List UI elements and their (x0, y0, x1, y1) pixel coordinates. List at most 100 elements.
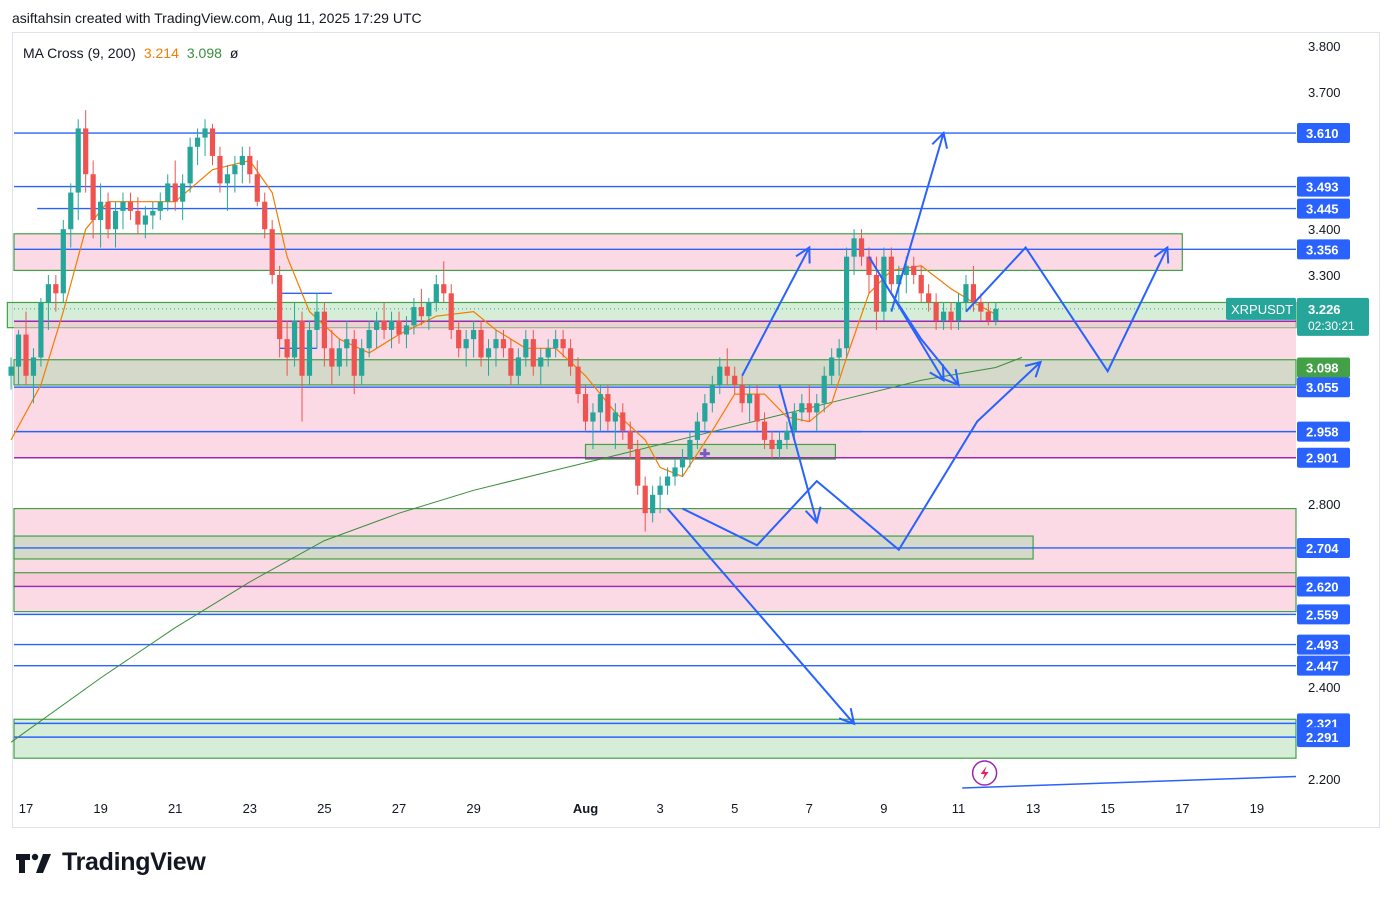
candle-body (582, 394, 589, 422)
candle (672, 458, 678, 486)
candle-body (239, 155, 245, 166)
price-badge-label: 2.901 (1306, 451, 1339, 466)
candle-body (194, 137, 201, 147)
candle-body (590, 412, 596, 422)
indicator-legend[interactable]: MA Cross (9, 200) 3.214 3.098 ø (23, 45, 238, 61)
candle (165, 174, 171, 211)
time-tick-label: 27 (392, 801, 406, 816)
candle-body (471, 329, 477, 340)
candle-body (478, 329, 484, 358)
trend-line (962, 775, 1297, 789)
price-badge-label: 3.055 (1306, 380, 1339, 395)
candle (8, 357, 14, 390)
candle-body (515, 357, 521, 376)
candle-body (344, 339, 350, 349)
candle-body (411, 307, 417, 326)
price-badge: 3.493 (1297, 176, 1350, 197)
candle-body (970, 284, 977, 303)
projection-arrows-layer (666, 131, 1297, 789)
candle (202, 119, 208, 156)
time-tick-label: 17 (1175, 801, 1189, 816)
candle-body (597, 394, 604, 413)
zone-pink (13, 233, 1183, 272)
candle-body (620, 412, 626, 431)
time-tick-label: 25 (317, 801, 331, 816)
time-tick-label: Aug (573, 801, 598, 816)
candle-body (844, 256, 850, 349)
time-tick-label: 23 (243, 801, 257, 816)
indicator-status-icon: ø (229, 45, 239, 61)
candle-body (433, 284, 439, 303)
candle-body (165, 183, 171, 202)
candle (844, 247, 850, 358)
candle (135, 197, 141, 234)
candle (194, 128, 201, 166)
candle-body (321, 311, 327, 349)
candle (83, 110, 89, 193)
candle-body (83, 128, 89, 175)
candle-body (217, 155, 223, 184)
candle-body (98, 201, 104, 221)
candle (262, 192, 268, 239)
candle-body (739, 384, 745, 404)
price-badge-label: 2.447 (1306, 659, 1339, 674)
candle-body (523, 339, 529, 358)
candle (150, 201, 156, 230)
tradingview-logo-icon (16, 853, 51, 873)
candle-body (605, 394, 611, 422)
candle-body (709, 384, 715, 404)
candle (127, 192, 134, 221)
price-badge: 3.055 (1297, 377, 1350, 398)
candle (38, 297, 44, 367)
ma-slow-value: 3.098 (186, 45, 222, 61)
candle-body (963, 284, 969, 303)
tradingview-logo[interactable]: TradingView (16, 848, 206, 877)
candle-body (955, 302, 962, 321)
candle-body (776, 439, 783, 450)
candle-body (463, 339, 469, 349)
time-tick-label: 11 (952, 801, 966, 816)
zone-pink (14, 321, 1296, 458)
candle (306, 320, 313, 385)
candle-body (858, 238, 865, 257)
candle-body (254, 174, 260, 202)
price-badge-label: 2.291 (1306, 730, 1339, 745)
price-tick-label: 2.400 (1308, 680, 1341, 695)
candle-body (38, 302, 44, 358)
candlestick-chart[interactable]: 3.800 3.700 3.400 3.300 2.800 2.400 2.200 3.610… (0, 0, 1392, 900)
price-badge-label: 3.493 (1306, 180, 1339, 195)
candle (239, 146, 245, 184)
price-tick-label: 3.400 (1308, 222, 1341, 237)
price-badge-label: 2.493 (1306, 638, 1339, 653)
candle-body (53, 284, 59, 294)
price-tick-label: 3.300 (1308, 268, 1341, 283)
time-axis: 17 19 21 23 25 27 29 Aug 3 5 7 9 11 13 15 17 19 (19, 801, 1264, 816)
candle-body (60, 229, 66, 294)
candle-body (45, 284, 51, 303)
candle-body (911, 265, 917, 275)
candle-body (314, 311, 320, 330)
candle-body (799, 403, 805, 413)
candle (254, 160, 260, 207)
candle-body (985, 311, 991, 321)
candle-body (702, 403, 708, 422)
price-badge-label: 3.445 (1306, 202, 1339, 217)
candle-body (366, 329, 372, 349)
candle-body (374, 320, 380, 330)
candle-body (180, 183, 186, 202)
zone-pink (13, 572, 1297, 613)
price-tick-label: 2.800 (1308, 497, 1341, 512)
candle-body (485, 348, 492, 358)
candle-body (224, 174, 231, 184)
candle (224, 165, 231, 211)
candle-body (918, 275, 924, 294)
price-badge: 2.447 (1297, 655, 1350, 676)
time-tick-label: 17 (19, 801, 33, 816)
candle-body (269, 229, 275, 275)
candle-body (381, 320, 387, 330)
candle-body (612, 412, 618, 422)
candle-body (75, 128, 81, 193)
candle-body (724, 366, 730, 376)
candle-body (90, 174, 96, 221)
candle-body (202, 128, 208, 138)
